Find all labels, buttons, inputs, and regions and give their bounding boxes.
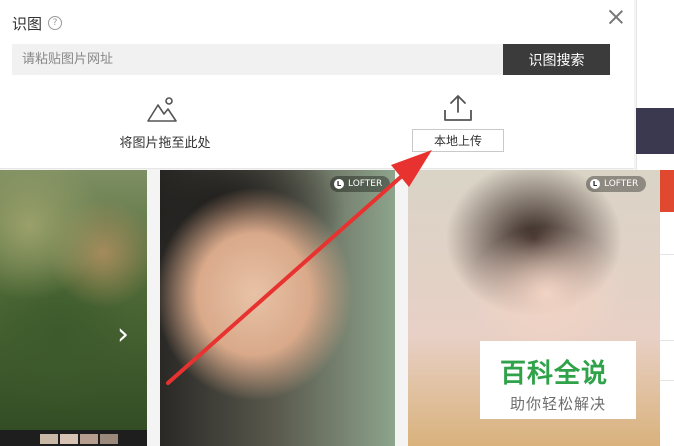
lofter-badge-text: LOFTER: [604, 179, 639, 189]
thumbnail[interactable]: [40, 434, 58, 444]
image-mountain-icon: [147, 97, 177, 122]
image-search-dialog: 识图 ? 识图搜索 将图片拖至此处 本地上传: [0, 0, 634, 169]
thumbnail[interactable]: [100, 434, 118, 444]
image-url-input[interactable]: [12, 44, 503, 75]
gallery-card-forest[interactable]: ›: [0, 170, 147, 446]
watermark-subtitle: 助你轻松解决: [510, 395, 607, 413]
local-upload-button[interactable]: 本地上传: [412, 129, 504, 152]
next-arrow-icon[interactable]: ›: [110, 320, 136, 350]
right-side-dark-block: [636, 108, 674, 154]
lofter-badge: L LOFTER: [586, 176, 647, 192]
close-icon[interactable]: [606, 7, 626, 27]
thumbnail[interactable]: [80, 434, 98, 444]
dialog-title: 识图: [12, 15, 43, 33]
lofter-logo-icon: L: [590, 179, 600, 189]
image-search-button[interactable]: 识图搜索: [503, 44, 610, 75]
thumbnail-strip: [0, 430, 147, 446]
drag-drop-label: 将图片拖至此处: [119, 136, 211, 151]
help-icon[interactable]: ?: [48, 16, 62, 30]
lofter-badge-text: LOFTER: [348, 179, 383, 189]
thumbnail[interactable]: [60, 434, 78, 444]
watermark-logo: 百科全说 助你轻松解决: [480, 341, 636, 419]
drag-drop-area[interactable]: 将图片拖至此处: [100, 92, 230, 152]
lofter-logo-icon: L: [334, 179, 344, 189]
gallery-card-portrait-1[interactable]: L LOFTER: [160, 170, 395, 446]
lofter-badge: L LOFTER: [330, 176, 391, 192]
watermark-title: 百科全说: [500, 359, 609, 389]
upload-tray-icon[interactable]: [443, 94, 473, 122]
